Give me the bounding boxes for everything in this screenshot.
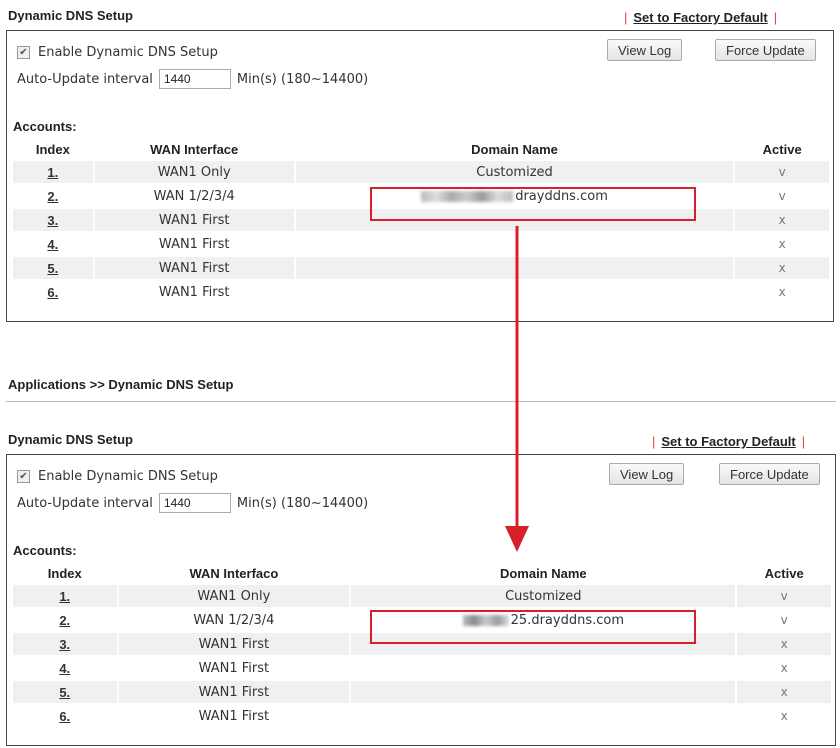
bottom-view-log-button[interactable]: View Log [609,463,685,485]
bottom-panel-title: Dynamic DNS Setup [8,432,133,447]
row-active: x [735,257,829,279]
bottom-col-active: Active [764,565,804,581]
top-col-active: Active [762,141,802,157]
row-domain [295,257,734,279]
row-wan: WAN1 Only [94,161,294,183]
table-row: 4. WAN1 First x [13,657,831,679]
row-wan: WAN1 First [94,209,294,231]
row-domain [295,233,734,255]
table-row: 5. WAN1 First x [13,257,829,279]
row-active: x [737,705,831,727]
row-active: x [737,633,831,655]
top-enable-checkbox[interactable]: ✔ [17,46,30,59]
bottom-ddns-panel: ✔ Enable Dynamic DNS Setup Auto-Update i… [6,454,836,746]
row-index-link[interactable]: 5. [13,257,93,279]
bottom-col-wan: WAN Interfaco [189,565,279,581]
bottom-interval-row: Auto-Update interval Min(s) (180~14400) [17,493,368,513]
row-domain: Customized [295,161,734,183]
bottom-interval-unit: Min(s) (180~14400) [236,495,369,511]
top-col-domain: Domain Name [471,141,558,157]
row-index-link[interactable]: 1. [13,161,93,183]
row-domain [295,281,734,303]
top-view-log-button[interactable]: View Log [607,39,683,61]
top-force-update-button[interactable]: Force Update [715,39,816,61]
row-active: x [735,281,829,303]
row-index-link[interactable]: 3. [13,209,93,231]
bottom-factory-default: | Set to Factory Default | [652,434,806,449]
row-index-link[interactable]: 2. [13,609,117,631]
bottom-interval-input[interactable] [158,493,231,513]
top-col-wan: WAN Interface [150,141,239,157]
bottom-domain-highlight-box [370,610,696,644]
row-index-link[interactable]: 4. [13,657,117,679]
row-active: x [735,233,829,255]
table-row: 4. WAN1 First x [13,233,829,255]
top-ddns-panel: ✔ Enable Dynamic DNS Setup Auto-Update i… [6,30,834,322]
top-domain-highlight-box [370,187,696,221]
row-active: x [737,657,831,679]
row-index-link[interactable]: 5. [13,681,117,703]
top-accounts-label: Accounts: [13,119,77,134]
bottom-enable-label: Enable Dynamic DNS Setup [38,469,218,484]
row-index-link[interactable]: 3. [13,633,117,655]
row-wan: WAN1 First [118,657,350,679]
top-interval-row: Auto-Update interval Min(s) (180~14400) [17,69,368,89]
row-wan: WAN1 Only [118,585,350,607]
breadcrumb: Applications >> Dynamic DNS Setup [8,377,234,392]
bottom-col-domain: Domain Name [499,565,587,581]
row-wan: WAN1 First [94,257,294,279]
bottom-enable-checkbox[interactable]: ✔ [17,470,30,483]
top-accounts-table: Index WAN Interface Domain Name Active 1… [11,137,831,305]
row-domain [351,705,736,727]
top-interval-label: Auto-Update interval [17,71,153,87]
row-wan: WAN1 First [94,281,294,303]
top-enable-row: ✔ Enable Dynamic DNS Setup [17,45,218,60]
bottom-col-index: Index [47,565,82,581]
row-active: x [735,209,829,231]
table-row: 1. WAN1 Only Customized v [13,161,829,183]
top-panel-title: Dynamic DNS Setup [8,8,133,23]
row-wan: WAN 1/2/3/4 [94,185,294,207]
table-row: 6. WAN1 First x [13,281,829,303]
row-active: x [737,681,831,703]
row-index-link[interactable]: 2. [13,185,93,207]
top-col-index: Index [35,141,70,157]
row-index-link[interactable]: 6. [13,705,117,727]
row-wan: WAN1 First [94,233,294,255]
row-domain [351,681,736,703]
top-interval-unit: Min(s) (180~14400) [236,71,369,87]
table-row: 1. WAN1 Only Customized v [13,585,831,607]
row-index-link[interactable]: 6. [13,281,93,303]
bottom-accounts-table: Index WAN Interfaco Domain Name Active 1… [11,561,833,729]
row-active: v [735,185,829,207]
table-row: 6. WAN1 First x [13,705,831,727]
top-enable-label: Enable Dynamic DNS Setup [38,45,218,60]
row-active: v [737,609,831,631]
row-wan: WAN1 First [118,633,350,655]
row-wan: WAN 1/2/3/4 [118,609,350,631]
row-domain: Customized [351,585,736,607]
row-active: v [737,585,831,607]
divider [6,401,836,402]
row-wan: WAN1 First [118,681,350,703]
bottom-force-update-button[interactable]: Force Update [719,463,820,485]
row-wan: WAN1 First [118,705,350,727]
table-row: 5. WAN1 First x [13,681,831,703]
row-index-link[interactable]: 1. [13,585,117,607]
bottom-accounts-label: Accounts: [13,543,77,558]
row-index-link[interactable]: 4. [13,233,93,255]
top-factory-default: | Set to Factory Default | [624,10,778,25]
top-factory-default-link[interactable]: Set to Factory Default [633,10,767,25]
top-interval-input[interactable] [158,69,231,89]
row-domain [351,657,736,679]
bottom-enable-row: ✔ Enable Dynamic DNS Setup [17,469,218,484]
row-active: v [735,161,829,183]
bottom-factory-default-link[interactable]: Set to Factory Default [661,434,795,449]
bottom-interval-label: Auto-Update interval [17,495,153,511]
